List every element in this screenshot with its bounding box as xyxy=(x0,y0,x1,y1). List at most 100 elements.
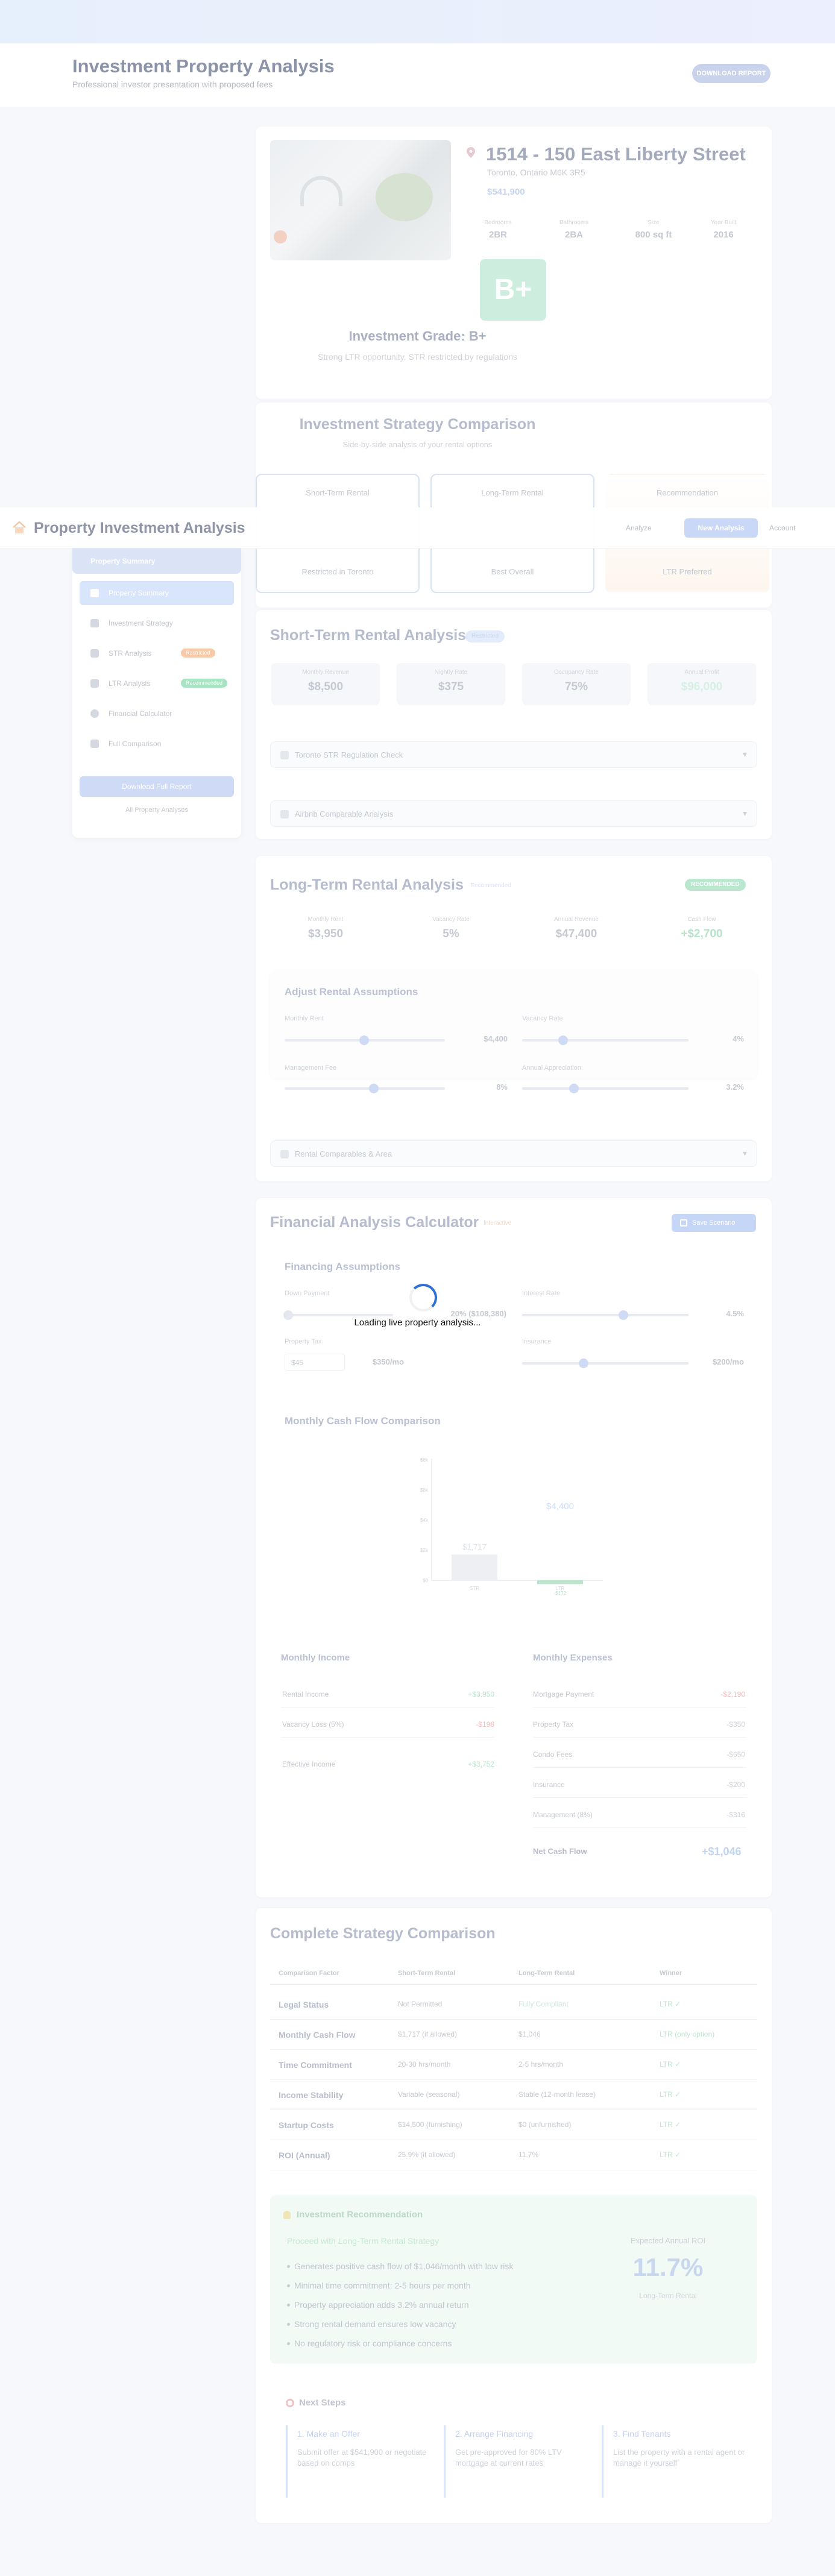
comparison-cell: Legal Status xyxy=(279,2000,329,2009)
next-step-column: 2. Arrange Financing Get pre-approved for… xyxy=(444,2425,594,2498)
chevron-down-icon: ▾ xyxy=(742,749,747,759)
sidebar-item-property-summary[interactable]: Property Summary xyxy=(80,581,234,605)
loading-message: Loading live property analysis... xyxy=(354,1318,481,1328)
vacancy-slider-handle[interactable] xyxy=(558,1035,568,1045)
account-link[interactable]: Account xyxy=(769,524,795,532)
rent-slider-handle[interactable] xyxy=(359,1035,369,1045)
ltr-metric-revenue: Annual Revenue $47,400 xyxy=(554,916,599,940)
chevron-down-icon: ▾ xyxy=(742,1148,747,1158)
comparison-header-divider xyxy=(270,1984,757,1985)
next-steps-title: Next Steps xyxy=(299,2398,346,2408)
income-title: Monthly Income xyxy=(281,1653,350,1663)
sidebar-item-investment-strategy[interactable]: Investment Strategy xyxy=(80,611,234,635)
ltr-metric-rent: Monthly Rent $3,950 xyxy=(307,916,344,940)
y-tick-label: $6k xyxy=(420,1487,429,1493)
next-step-column: 1. Make an Offer Submit offer at $541,900… xyxy=(286,2425,436,2498)
property-tax-input[interactable]: $45 xyxy=(285,1354,345,1371)
expense-row-label: Condo Fees xyxy=(533,1750,573,1759)
comparison-cell: Stable (12-month lease) xyxy=(518,2090,596,2099)
expense-row-divider xyxy=(533,1797,746,1798)
loading-spinner xyxy=(409,1284,437,1312)
recommendation-title: Investment Recommendation xyxy=(297,2210,423,2220)
analyze-link[interactable]: Analyze xyxy=(626,524,652,532)
investment-grade-badge: B+ xyxy=(480,259,546,321)
appreciation-slider-track[interactable] xyxy=(522,1087,688,1090)
data-label: $1,717 xyxy=(462,1542,487,1551)
sidebar-item-full-comparison[interactable]: Full Comparison xyxy=(80,732,234,756)
str-metric-nightly: Nightly Rate $375 xyxy=(397,663,505,705)
house-logo-icon xyxy=(13,521,26,533)
sidebar-item-ltr-analysis[interactable]: LTR Analysis Recommended xyxy=(80,671,234,696)
map-icon xyxy=(280,1150,289,1158)
recommendation-verdict: Proceed with Long-Term Rental Strategy xyxy=(287,2236,440,2246)
insurance-slider-track[interactable] xyxy=(522,1362,688,1365)
comparison-cell: LTR ✓ xyxy=(660,2090,681,2099)
vacancy-slider-track[interactable] xyxy=(522,1039,688,1041)
recommendation-bullet: Strong rental demand ensures low vacancy xyxy=(294,2319,456,2329)
appreciation-slider-handle[interactable] xyxy=(569,1084,579,1093)
comparison-cell: 25.9% (if allowed) xyxy=(398,2150,456,2159)
expense-row-divider xyxy=(533,1767,746,1768)
comparison-cell: Income Stability xyxy=(279,2090,344,2100)
comparison-header: Long-Term Rental xyxy=(518,1970,575,1977)
x-tick-label: STR xyxy=(470,1586,479,1591)
comparison-cell: ROI (Annual) xyxy=(279,2150,330,2160)
management-slider-handle[interactable] xyxy=(369,1084,379,1093)
management-slider-track[interactable] xyxy=(285,1087,445,1090)
interactive-badge: Interactive xyxy=(477,1217,518,1230)
comparison-cell: Time Commitment xyxy=(279,2060,352,2070)
recommendation-bullet: No regulatory risk or compliance concern… xyxy=(294,2339,452,2348)
slider-label-management: Management Fee xyxy=(285,1064,337,1072)
insurance-slider-handle[interactable] xyxy=(579,1359,588,1368)
page-background: Investment Property Analysis Professiona… xyxy=(0,0,835,2576)
app-name: Property Investment Analysis xyxy=(34,520,245,536)
save-scenario-button[interactable]: Save Scenario xyxy=(672,1214,756,1232)
restricted-badge: Restricted xyxy=(181,649,215,658)
sidebar-footer-link[interactable]: All Property Analyses xyxy=(72,806,241,814)
down-payment-slider-track[interactable] xyxy=(285,1314,393,1316)
strategy-subtitle: Side-by-side analysis of your rental opt… xyxy=(342,440,493,449)
save-icon xyxy=(680,1219,687,1227)
strategy-icon xyxy=(90,619,99,627)
bar-chart-icon xyxy=(90,649,99,658)
sidebar-item-str-analysis[interactable]: STR Analysis Restricted xyxy=(80,641,234,665)
expense-row-value: -$200 xyxy=(726,1780,745,1789)
property-photo xyxy=(270,140,451,260)
comparison-title: Complete Strategy Comparison xyxy=(270,1925,496,1942)
str-regulation-accordion[interactable]: Toronto STR Regulation Check ▾ xyxy=(270,741,757,768)
strategy-title: Investment Strategy Comparison xyxy=(299,416,536,433)
slider-value-interest: 4.5% xyxy=(726,1309,744,1318)
download-report-button[interactable]: DOWNLOAD REPORT xyxy=(692,64,770,83)
comparison-header: Comparison Factor xyxy=(279,1970,339,1977)
data-label: $4,400 xyxy=(546,1501,574,1512)
comparison-cell: LTR ✓ xyxy=(660,2000,681,2008)
shield-icon xyxy=(280,751,289,759)
page-subtitle: Professional investor presentation with … xyxy=(72,80,273,89)
recommended-badge: Recommended xyxy=(181,679,228,688)
slider-label-vacancy: Vacancy Rate xyxy=(522,1015,563,1022)
next-step-body: Submit offer at $541,900 or negotiate ba… xyxy=(297,2448,427,2468)
property-city: Toronto, Ontario M6K 3R5 xyxy=(487,168,585,177)
recommendation-panel: Investment Recommendation Proceed with L… xyxy=(270,2195,757,2364)
str-comparables-accordion[interactable]: Airbnb Comparable Analysis ▾ xyxy=(270,800,757,827)
comparison-cell: 20-30 hrs/month xyxy=(398,2060,451,2069)
ltr-assumptions-title: Adjust Rental Assumptions xyxy=(285,986,418,997)
bullet-dot xyxy=(287,2284,290,2287)
sidebar-item-financial-calculator[interactable]: Financial Calculator xyxy=(80,702,234,726)
y-tick-label: $2k xyxy=(420,1548,429,1553)
comparison-header: Short-Term Rental xyxy=(398,1970,456,1977)
income-row-value: -$198 xyxy=(476,1720,494,1729)
comparison-cell: $14,500 (furnishing) xyxy=(398,2120,462,2129)
interest-slider-track[interactable] xyxy=(522,1314,688,1316)
calculator-icon xyxy=(90,709,99,718)
lightbulb-icon xyxy=(283,2211,291,2219)
ltr-metric-vacancy: Vacancy Rate 5% xyxy=(432,916,470,940)
income-row-value: +$3,950 xyxy=(468,1690,494,1698)
income-row-divider xyxy=(281,1737,494,1738)
sidebar-download-button[interactable]: Download Full Report xyxy=(80,776,234,797)
new-analysis-button[interactable]: New Analysis xyxy=(684,518,758,538)
bullet-dot xyxy=(287,2265,290,2268)
property-price: $541,900 xyxy=(487,187,525,197)
ltr-comparables-accordion[interactable]: Rental Comparables & Area ▾ xyxy=(270,1140,757,1167)
bullet-dot xyxy=(287,2323,290,2326)
